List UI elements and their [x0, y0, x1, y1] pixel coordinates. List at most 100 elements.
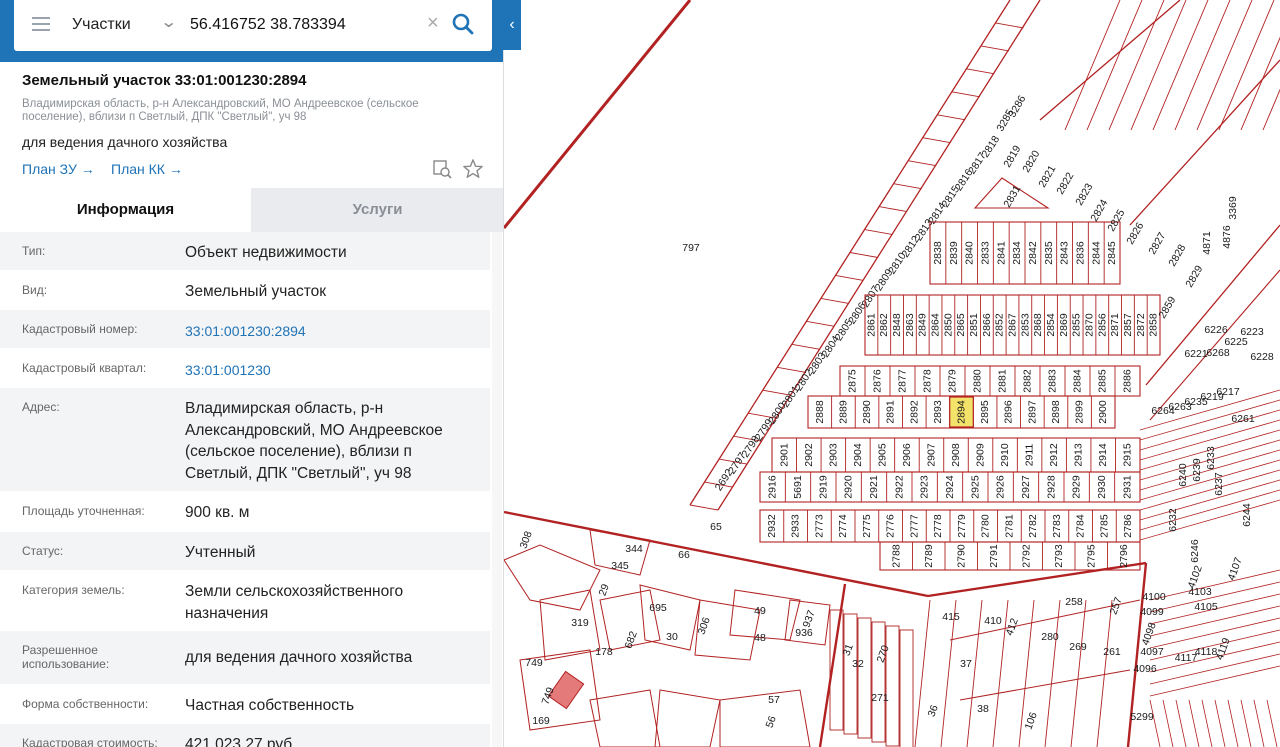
parcel-label: 6239: [1191, 458, 1203, 482]
parcel-label: 3369: [1227, 196, 1239, 220]
parcel-label: 106: [1023, 711, 1040, 732]
parcel-label: 2872: [1135, 313, 1147, 337]
search-icon[interactable]: [451, 12, 475, 36]
parcel-label: 2783: [1051, 514, 1063, 538]
parcel-boundary: [1086, 0, 1143, 131]
parcel-label: 2926: [995, 475, 1007, 499]
menu-icon[interactable]: [32, 17, 50, 31]
parcel-label: 2866: [981, 313, 993, 337]
parcel-boundary: [914, 599, 931, 747]
parcel-label: 2789: [923, 544, 935, 568]
scrollbar[interactable]: [492, 232, 502, 747]
parcel-label: 2793: [1053, 544, 1065, 568]
parcel-label: 2911: [1024, 444, 1036, 467]
clear-icon[interactable]: ×: [427, 12, 439, 35]
parcel-label: 2843: [1059, 241, 1071, 265]
parcel-boundary: [871, 621, 886, 743]
parcel-label: 2931: [1121, 475, 1133, 499]
parcel-label: 2932: [766, 514, 778, 538]
parcel-label: 2849: [917, 313, 929, 337]
tab-services[interactable]: Услуги: [251, 188, 503, 232]
parcel-label: 2893: [932, 400, 944, 424]
parcel-label: 270: [875, 644, 892, 665]
info-value: Учтенный: [185, 544, 256, 561]
parcel-label: 6246: [1189, 539, 1201, 563]
parcel-label: 2782: [1027, 514, 1039, 538]
parcel-boundary: [1196, 0, 1253, 131]
cadastral-number-link[interactable]: 33:01:001230:2894: [185, 321, 475, 343]
layer-select[interactable]: Участки: [72, 16, 131, 34]
info-row-cadastral-value: Кадастровая стоимость: 421 023,27 руб.: [0, 724, 490, 747]
parcel-label: 2897: [1026, 400, 1038, 424]
parcel-label: 2904: [852, 443, 864, 467]
parcel-label: 2867: [1007, 313, 1019, 337]
parcel-label: 2889: [837, 400, 849, 424]
boundary-line: [1129, 59, 1280, 226]
parcel-label: 6226: [1204, 324, 1228, 336]
parcel-label: 344: [625, 543, 643, 555]
parcel-label: 345: [611, 560, 629, 572]
parcel-label: 30: [666, 631, 678, 643]
parcel-label: 2819: [1001, 143, 1023, 169]
parcel-label: 4876: [1221, 225, 1233, 249]
parcel-label: 2905: [876, 443, 888, 467]
parcel-label: 2875: [847, 369, 859, 393]
parcel-label: 2844: [1090, 241, 1102, 265]
parcel-label: 2778: [932, 514, 944, 538]
parcel-boundary: [539, 589, 601, 661]
parcel-label: 5691: [792, 475, 804, 499]
info-row-cadastral-number: Кадастровый номер: 33:01:001230:2894: [0, 310, 490, 349]
parcel-boundary: [1188, 699, 1200, 747]
parcel-boundary: [1149, 617, 1280, 649]
parcel-label: 65: [710, 521, 722, 533]
info-label: Форма собственности:: [22, 697, 149, 711]
parcel-label: 49: [754, 605, 766, 617]
parcel-label: 2825: [1105, 207, 1127, 233]
cadastral-quarter-link[interactable]: 33:01:001230: [185, 360, 475, 382]
info-value: Объект недвижимости: [185, 244, 347, 261]
parcel-label: 2864: [930, 313, 942, 337]
favorite-star-icon[interactable]: [462, 158, 484, 180]
chevron-down-icon[interactable]: ⌄: [160, 12, 177, 32]
parcel-label: 2858: [1148, 313, 1160, 337]
plan-zu-link[interactable]: План ЗУ →: [22, 161, 95, 177]
parcel-label: 2884: [1072, 369, 1084, 393]
parcel-boundary: [1064, 0, 1121, 131]
parcel-label: 2871: [1109, 313, 1121, 337]
preview-search-icon[interactable]: [432, 159, 452, 179]
parcel-label: 2888: [814, 400, 826, 424]
parcel-label: 2892: [908, 400, 920, 424]
parcel-label: 6223: [1240, 326, 1264, 338]
parcel-label: 2927: [1020, 475, 1032, 499]
parcel-label: 2896: [1003, 400, 1015, 424]
parcel-label: 2828: [1166, 242, 1188, 268]
parcel-label: 2891: [885, 400, 897, 424]
info-value: 421 023,27 руб.: [185, 736, 297, 747]
parcel-label: 269: [1069, 641, 1087, 653]
parcel-label: 4107: [1226, 556, 1245, 582]
parcel-label: 2848: [891, 313, 903, 337]
parcel-label: 36: [926, 703, 941, 718]
info-row-address: Адрес: Владимирская область, р-н Алексан…: [0, 388, 490, 492]
parcel-label: 2853: [1019, 313, 1031, 337]
parcel-label: 280: [1041, 631, 1059, 643]
search-input[interactable]: [190, 14, 420, 36]
parcel-boundary: [899, 629, 914, 747]
info-value: Владимирская область, р-н Александровски…: [185, 400, 443, 482]
parcel-label: 2835: [1043, 241, 1055, 265]
collapse-panel-chevron-icon[interactable]: ‹: [503, 0, 521, 50]
tab-info[interactable]: Информация: [0, 188, 251, 232]
parcel-label: 257: [1108, 596, 1125, 617]
plan-kk-link[interactable]: План КК →: [111, 161, 183, 177]
parcel-boundary: [820, 297, 849, 304]
parcel-label: 2831: [1001, 183, 1023, 209]
info-table: Тип: Объект недвижимости Вид: Земельный …: [0, 232, 490, 747]
parcel-boundary: [835, 275, 864, 281]
parcel-label: 2822: [1054, 170, 1076, 196]
parcel-label: 2868: [1032, 313, 1044, 337]
parcel-boundary: [1227, 699, 1239, 747]
info-row-land-category: Категория земель: Земли сельскохозяйстве…: [0, 571, 490, 631]
parcel-label: 2907: [925, 443, 937, 467]
parcel-label: 2839: [948, 241, 960, 265]
parcel-label: 2900: [1097, 400, 1109, 424]
